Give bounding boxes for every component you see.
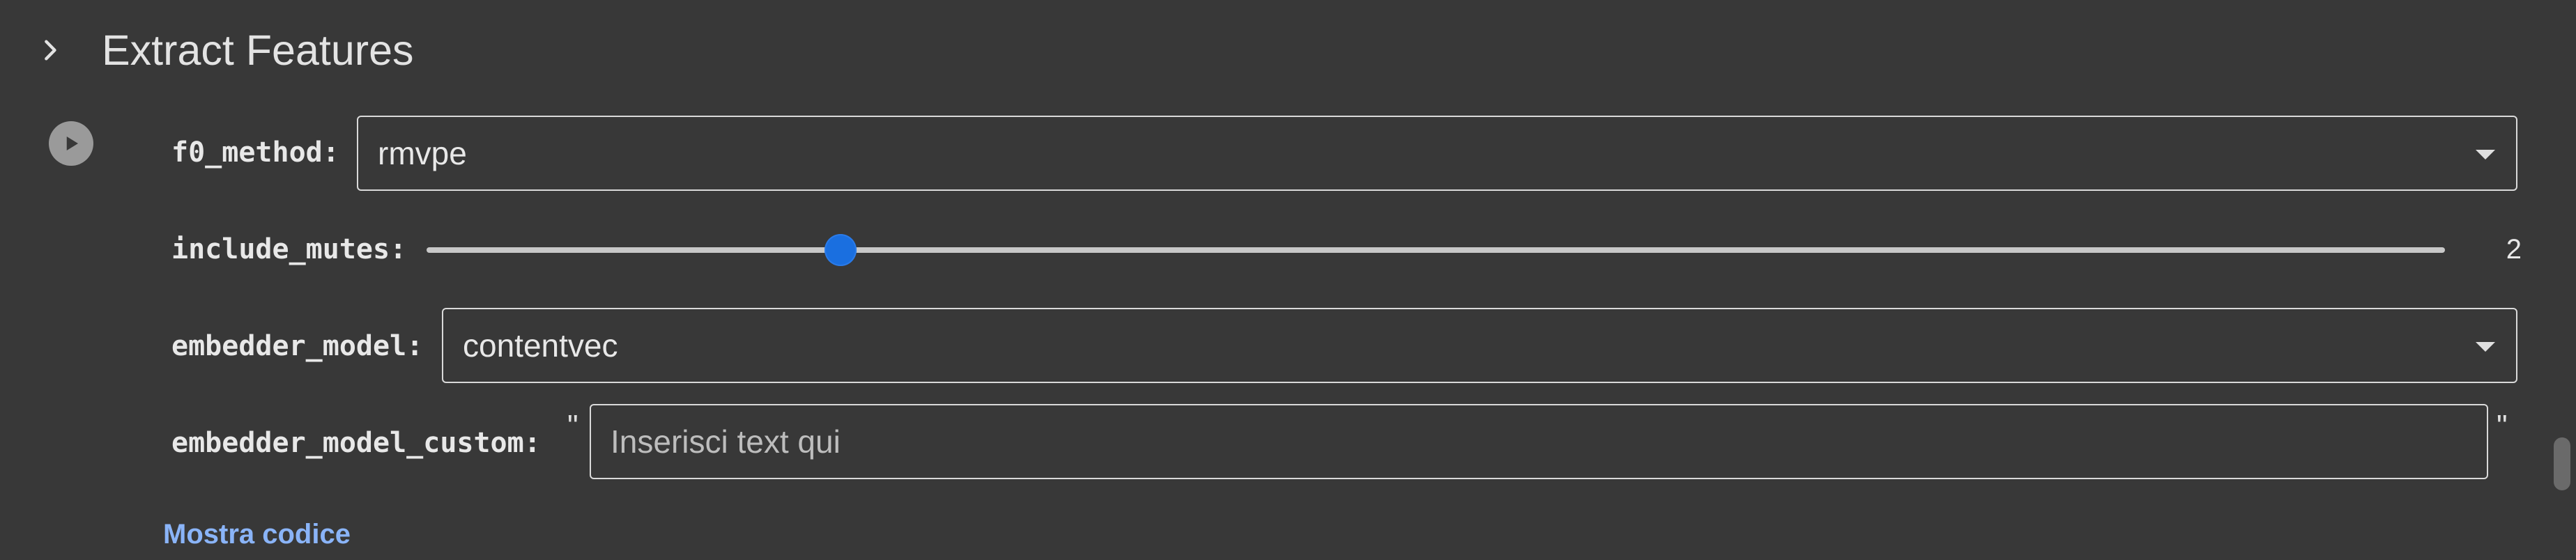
scrollbar-thumb[interactable] xyxy=(2554,437,2570,490)
play-icon xyxy=(66,137,78,150)
quote-close: " xyxy=(2497,409,2508,443)
embedder-model-custom-input[interactable] xyxy=(590,404,2488,479)
dropdown-caret-icon xyxy=(2476,342,2495,352)
embedder-model-label: embedder_model: xyxy=(171,330,424,362)
chevron-right-icon[interactable] xyxy=(28,28,72,72)
embedder-model-select[interactable]: contentvec xyxy=(442,308,2517,383)
dropdown-caret-icon xyxy=(2476,150,2495,160)
include-mutes-slider-track[interactable] xyxy=(427,247,2445,253)
embedder-model-value: contentvec xyxy=(463,327,618,364)
embedder-model-custom-label: embedder_model_custom: xyxy=(171,427,541,459)
f0-method-value: rmvpe xyxy=(378,135,467,171)
include-mutes-value: 2 xyxy=(2506,234,2522,265)
colab-form-cell: Extract Features f0_method: rmvpe includ… xyxy=(0,0,2576,560)
section-title: Extract Features xyxy=(102,26,414,74)
run-cell-button[interactable] xyxy=(49,121,93,166)
include-mutes-label: include_mutes: xyxy=(171,233,407,265)
f0-method-select[interactable]: rmvpe xyxy=(357,116,2517,191)
f0-method-label: f0_method: xyxy=(171,137,339,169)
show-code-link[interactable]: Mostra codice xyxy=(163,517,351,552)
include-mutes-slider-thumb[interactable] xyxy=(824,234,857,266)
quote-open: " xyxy=(567,409,578,443)
